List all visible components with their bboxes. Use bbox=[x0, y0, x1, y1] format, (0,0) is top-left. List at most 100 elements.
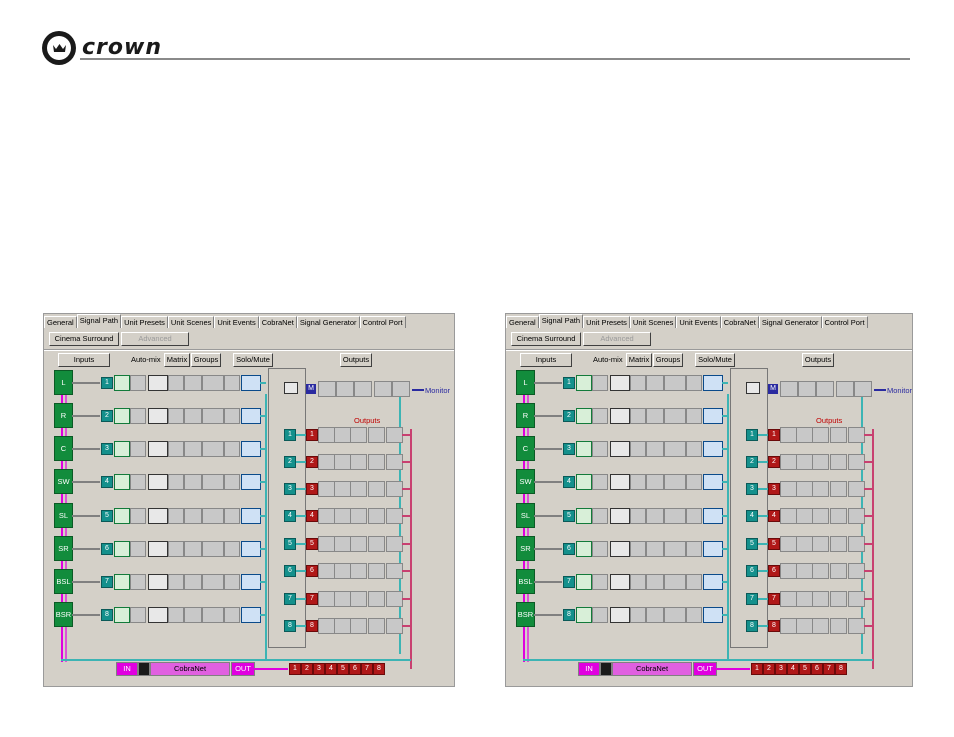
cobranet-in[interactable]: IN bbox=[578, 662, 600, 676]
output-dsp-block[interactable] bbox=[796, 618, 813, 634]
tab-unit-presets[interactable]: Unit Presets bbox=[121, 316, 168, 328]
input-dsp-block[interactable] bbox=[224, 541, 240, 557]
tab-control-port[interactable]: Control Port bbox=[821, 316, 868, 328]
output-dsp-block[interactable] bbox=[830, 563, 847, 579]
input-dsp-block[interactable] bbox=[241, 574, 261, 590]
monitor-dsp-block[interactable] bbox=[798, 381, 816, 397]
outputs-button[interactable]: Outputs bbox=[802, 353, 834, 367]
input-sl[interactable]: SL bbox=[516, 503, 535, 528]
input-dsp-block[interactable] bbox=[114, 541, 130, 557]
output-dsp-block[interactable] bbox=[796, 454, 813, 470]
output-dsp-block[interactable] bbox=[350, 454, 367, 470]
input-dsp-block[interactable] bbox=[184, 541, 202, 557]
cobranet-out[interactable]: OUT bbox=[231, 662, 255, 676]
output-dsp-block[interactable] bbox=[780, 563, 797, 579]
cobranet-output-3[interactable]: 3 bbox=[313, 663, 325, 675]
input-dsp-block[interactable] bbox=[610, 441, 630, 457]
groups-button[interactable]: Groups bbox=[191, 353, 221, 367]
cobranet-output-1[interactable]: 1 bbox=[751, 663, 763, 675]
input-dsp-block[interactable] bbox=[576, 375, 592, 391]
output-dsp-block[interactable] bbox=[796, 508, 813, 524]
output-dsp-block[interactable] bbox=[334, 427, 351, 443]
input-dsp-block[interactable] bbox=[592, 474, 608, 490]
input-dsp-block[interactable] bbox=[168, 541, 184, 557]
input-dsp-block[interactable] bbox=[130, 541, 146, 557]
input-dsp-block[interactable] bbox=[686, 375, 702, 391]
output-dsp-block[interactable] bbox=[830, 508, 847, 524]
output-dsp-block[interactable] bbox=[386, 618, 403, 634]
input-dsp-block[interactable] bbox=[630, 375, 646, 391]
output-dsp-block[interactable] bbox=[368, 481, 385, 497]
input-dsp-block[interactable] bbox=[114, 375, 130, 391]
cobranet-output-7[interactable]: 7 bbox=[361, 663, 373, 675]
matrix-button[interactable]: Matrix bbox=[626, 353, 652, 367]
output-channel-number[interactable]: 8 bbox=[768, 620, 780, 632]
output-dsp-block[interactable] bbox=[812, 508, 829, 524]
input-c[interactable]: C bbox=[54, 436, 73, 461]
input-dsp-block[interactable] bbox=[664, 474, 686, 490]
input-dsp-block[interactable] bbox=[703, 574, 723, 590]
input-dsp-block[interactable] bbox=[130, 607, 146, 623]
output-channel-number[interactable]: 4 bbox=[306, 510, 318, 522]
input-dsp-block[interactable] bbox=[224, 375, 240, 391]
input-dsp-block[interactable] bbox=[241, 441, 261, 457]
tab-unit-scenes[interactable]: Unit Scenes bbox=[167, 316, 215, 328]
output-bus-number[interactable]: 1 bbox=[746, 429, 758, 441]
input-r[interactable]: R bbox=[54, 403, 73, 428]
output-dsp-block[interactable] bbox=[780, 591, 797, 607]
input-dsp-block[interactable] bbox=[168, 375, 184, 391]
input-dsp-block[interactable] bbox=[630, 474, 646, 490]
monitor-dsp-block[interactable] bbox=[354, 381, 372, 397]
output-bus-number[interactable]: 3 bbox=[284, 483, 296, 495]
tab-signal-path[interactable]: Signal Path bbox=[76, 314, 122, 328]
output-dsp-block[interactable] bbox=[334, 508, 351, 524]
tab-unit-events[interactable]: Unit Events bbox=[214, 316, 259, 328]
input-channel-number[interactable]: 1 bbox=[101, 377, 113, 389]
output-dsp-block[interactable] bbox=[812, 618, 829, 634]
cobranet-output-3[interactable]: 3 bbox=[775, 663, 787, 675]
output-dsp-block[interactable] bbox=[318, 454, 335, 470]
output-dsp-block[interactable] bbox=[368, 536, 385, 552]
input-dsp-block[interactable] bbox=[148, 408, 168, 424]
input-dsp-block[interactable] bbox=[592, 574, 608, 590]
input-dsp-block[interactable] bbox=[168, 441, 184, 457]
output-dsp-block[interactable] bbox=[386, 427, 403, 443]
tab-unit-presets[interactable]: Unit Presets bbox=[583, 316, 630, 328]
input-dsp-block[interactable] bbox=[664, 375, 686, 391]
cobranet-in[interactable]: IN bbox=[116, 662, 138, 676]
output-dsp-block[interactable] bbox=[386, 508, 403, 524]
input-dsp-block[interactable] bbox=[184, 508, 202, 524]
input-dsp-block[interactable] bbox=[148, 474, 168, 490]
input-dsp-block[interactable] bbox=[202, 574, 224, 590]
input-dsp-block[interactable] bbox=[114, 574, 130, 590]
tab-signal-path[interactable]: Signal Path bbox=[538, 314, 584, 328]
output-channel-number[interactable]: 4 bbox=[768, 510, 780, 522]
output-bus-number[interactable]: 4 bbox=[284, 510, 296, 522]
input-dsp-block[interactable] bbox=[630, 574, 646, 590]
input-dsp-block[interactable] bbox=[241, 508, 261, 524]
input-dsp-block[interactable] bbox=[630, 408, 646, 424]
input-dsp-block[interactable] bbox=[610, 474, 630, 490]
input-dsp-block[interactable] bbox=[224, 441, 240, 457]
output-dsp-block[interactable] bbox=[334, 563, 351, 579]
input-dsp-block[interactable] bbox=[224, 474, 240, 490]
output-dsp-block[interactable] bbox=[796, 563, 813, 579]
input-channel-number[interactable]: 2 bbox=[101, 410, 113, 422]
output-dsp-block[interactable] bbox=[318, 618, 335, 634]
input-dsp-block[interactable] bbox=[703, 441, 723, 457]
output-channel-number[interactable]: 5 bbox=[306, 538, 318, 550]
input-dsp-block[interactable] bbox=[202, 375, 224, 391]
input-c[interactable]: C bbox=[516, 436, 535, 461]
monitor-dsp-block[interactable] bbox=[336, 381, 354, 397]
output-dsp-block[interactable] bbox=[812, 563, 829, 579]
output-dsp-block[interactable] bbox=[318, 536, 335, 552]
cobranet-output-7[interactable]: 7 bbox=[823, 663, 835, 675]
input-dsp-block[interactable] bbox=[148, 441, 168, 457]
output-bus-number[interactable]: 5 bbox=[284, 538, 296, 550]
output-bus-number[interactable]: 4 bbox=[746, 510, 758, 522]
output-channel-number[interactable]: 3 bbox=[306, 483, 318, 495]
tab-general[interactable]: General bbox=[506, 316, 539, 328]
output-dsp-block[interactable] bbox=[318, 508, 335, 524]
cobranet-output-4[interactable]: 4 bbox=[325, 663, 337, 675]
cobranet-output-8[interactable]: 8 bbox=[835, 663, 847, 675]
